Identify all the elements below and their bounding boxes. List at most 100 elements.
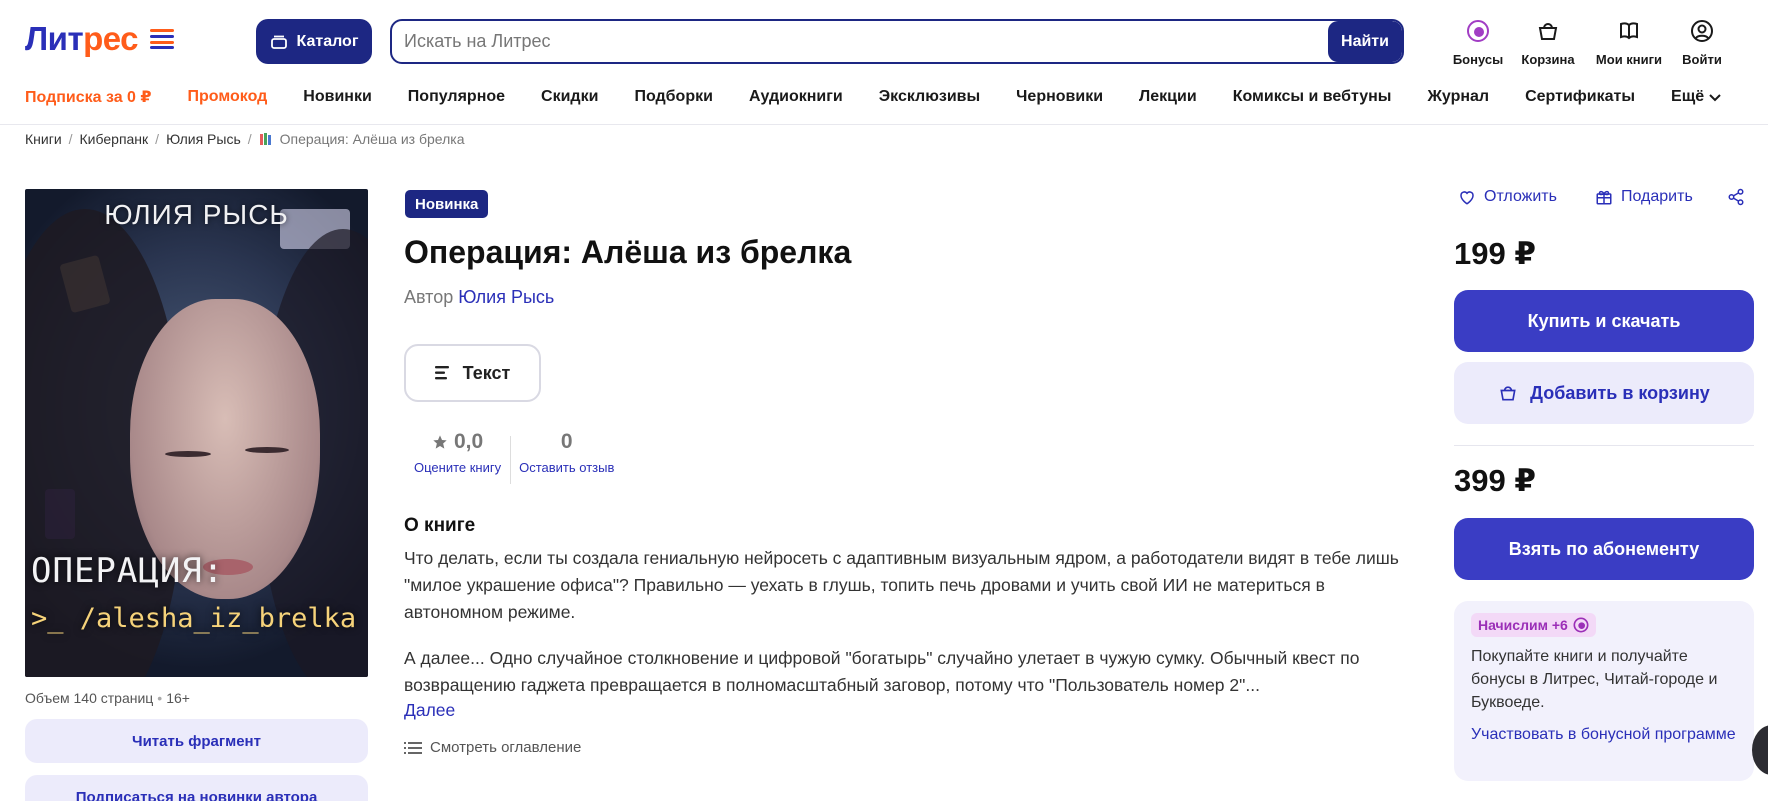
chat-widget-button[interactable] [1752, 725, 1768, 775]
nav-more-label: Ещё [1671, 88, 1705, 105]
heart-icon [1460, 191, 1474, 205]
search-input[interactable] [392, 21, 1328, 62]
share-icon [1728, 188, 1744, 206]
logo-text-part2: рес [83, 20, 139, 57]
purchase-divider [1454, 445, 1754, 446]
catalog-label: Каталог [296, 32, 359, 50]
price-buy: 199 ₽ [1454, 236, 1536, 271]
rating-number: 0,0 [453, 430, 484, 453]
author-link[interactable]: Юлия Рысь [458, 287, 554, 307]
nav-new[interactable]: Новинки [303, 88, 372, 106]
table-of-contents-link[interactable]: Смотреть оглавление [404, 739, 581, 756]
toc-label: Смотреть оглавление [430, 739, 582, 756]
cover-eye [245, 447, 289, 453]
bonus-program-link[interactable]: Участвовать в бонусной программе [1471, 723, 1737, 746]
share-action[interactable] [1727, 188, 1745, 206]
list-icon [404, 741, 422, 754]
book-meta: Объем 140 страниц • 16+ [25, 690, 190, 706]
cover-title-text: ОПЕРАЦИЯ: [31, 551, 225, 591]
book-cover[interactable]: ЮЛИЯ РЫСЬ ОПЕРАЦИЯ: >_ /alesha_iz_brelka [25, 189, 368, 677]
litres-logo[interactable]: Лит рес [25, 20, 175, 58]
cover-eye [165, 451, 211, 457]
leave-review-link[interactable]: Оставить отзыв [519, 460, 614, 475]
gift-label: Подарить [1621, 188, 1693, 205]
bonus-text: Покупайте книги и получайте бонусы в Лит… [1471, 648, 1718, 711]
bonus-coin-icon [1573, 617, 1589, 633]
reviews-column[interactable]: 0 Оставить отзыв [519, 430, 614, 484]
cover-author-text: ЮЛИЯ РЫСЬ [104, 199, 289, 230]
bonus-card: Начислим +6 Покупайте книги и получайте … [1454, 601, 1754, 781]
breadcrumb-books[interactable]: Книги [25, 131, 62, 147]
defer-label: Отложить [1484, 188, 1557, 205]
breadcrumb-current: Операция: Алёша из брелка [279, 131, 465, 147]
chevron-down-icon [1709, 94, 1721, 102]
logo-text-part1: Лит [25, 20, 84, 57]
nav-subscription[interactable]: Подписка за 0 ₽ [25, 87, 152, 107]
search-bar: Найти [390, 19, 1404, 64]
subscribe-author-button[interactable]: Подписаться на новинки автора [25, 775, 368, 801]
basket-icon [1500, 386, 1516, 401]
nav-popular[interactable]: Популярное [408, 88, 505, 106]
search-button[interactable]: Найти [1328, 21, 1402, 62]
breadcrumb-cyberpunk[interactable]: Киберпанк [80, 131, 149, 147]
rating-separator [510, 436, 512, 484]
about-paragraph-1: Что делать, если ты создала гениальную н… [404, 548, 1399, 622]
top-header: Литрес Каталог Найти Бонусы Корзина Мои … [0, 0, 1768, 72]
bonus-badge: Начислим +6 [1471, 613, 1596, 637]
format-label: Текст [462, 362, 511, 383]
nav-promocode[interactable]: Промокод [188, 88, 268, 106]
nav-discounts[interactable]: Скидки [541, 88, 598, 106]
defer-action[interactable]: Отложить [1458, 188, 1557, 206]
book-title: Операция: Алёша из брелка [404, 234, 852, 270]
bonus-icon [1467, 20, 1489, 42]
text-lines-icon [434, 366, 449, 380]
reviews-count: 0 [560, 430, 573, 453]
add-to-cart-label: Добавить в корзину [1530, 382, 1710, 403]
header-divider [0, 124, 1768, 125]
rating-column[interactable]: 0,0 Оцените книгу [414, 430, 501, 484]
cover-slug-text: >_ /alesha_iz_brelka [31, 603, 357, 634]
format-text-button[interactable]: Текст [404, 344, 541, 402]
catalog-icon [270, 35, 287, 49]
breadcrumb: Книги / Киберпанк / Юлия Рысь / Операция… [25, 131, 465, 147]
rating-block: 0,0 Оцените книгу 0 Оставить отзыв [414, 430, 614, 484]
author-prefix: Автор [404, 287, 454, 307]
nav-exclusives[interactable]: Эксклюзивы [879, 88, 980, 106]
basket-label: Корзина [1521, 52, 1575, 67]
basket-icon [1538, 23, 1558, 40]
buy-download-button[interactable]: Купить и скачать [1454, 290, 1754, 352]
page-count: Объем 140 страниц [25, 690, 154, 706]
nav-lectures[interactable]: Лекции [1139, 88, 1197, 106]
header-login[interactable]: Войти [1680, 19, 1724, 67]
bonuses-label: Бонусы [1452, 52, 1504, 67]
nav-comics[interactable]: Комиксы и вебтуны [1233, 88, 1392, 106]
nav-collections[interactable]: Подборки [634, 88, 713, 106]
login-label: Войти [1682, 52, 1722, 67]
header-my-books[interactable]: Мои книги [1593, 19, 1665, 67]
breadcrumb-separator: / [247, 131, 252, 147]
read-more-link[interactable]: Далее [404, 700, 455, 721]
read-fragment-button[interactable]: Читать фрагмент [25, 719, 368, 763]
price-subscription: 399 ₽ [1454, 463, 1536, 498]
nav-certificates[interactable]: Сертификаты [1525, 88, 1635, 106]
nav-more[interactable]: Ещё [1671, 88, 1722, 106]
breadcrumb-separator: / [155, 131, 160, 147]
header-bonuses[interactable]: Бонусы [1451, 19, 1505, 67]
gift-action[interactable]: Подарить [1595, 188, 1693, 206]
bonus-badge-label: Начислим +6 [1478, 617, 1568, 633]
breadcrumb-author[interactable]: Юлия Рысь [166, 131, 241, 147]
nav-journal[interactable]: Журнал [1427, 88, 1489, 106]
add-to-cart-button[interactable]: Добавить в корзину [1454, 362, 1754, 424]
subscription-button[interactable]: Взять по абонементу [1454, 518, 1754, 580]
main-nav: Подписка за 0 ₽ Промокод Новинки Популяр… [25, 86, 1722, 108]
meta-dot: • [157, 690, 163, 706]
book-stack-icon [259, 133, 271, 145]
catalog-button[interactable]: Каталог [256, 19, 372, 64]
age-rating: 16+ [166, 690, 190, 706]
header-basket[interactable]: Корзина [1518, 19, 1578, 67]
nav-audiobooks[interactable]: Аудиокниги [749, 88, 843, 106]
rate-book-link[interactable]: Оцените книгу [414, 460, 501, 475]
new-badge: Новинка [405, 190, 489, 218]
nav-drafts[interactable]: Черновики [1016, 88, 1103, 106]
rating-value: 0,0 [432, 430, 483, 454]
